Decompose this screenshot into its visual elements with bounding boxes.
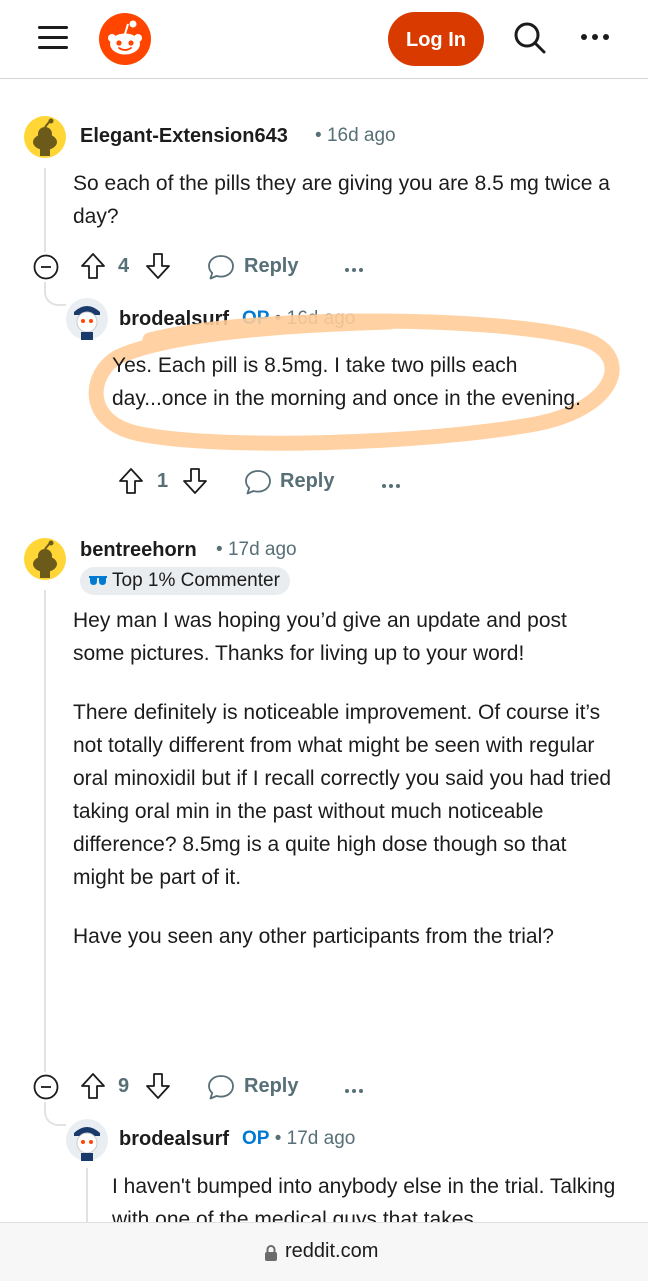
reply-label: Reply [280, 470, 335, 492]
collapse-icon[interactable] [33, 1074, 59, 1100]
comment-paragraph: Have you seen any other participants fro… [73, 925, 554, 948]
comment-more-icon[interactable] [344, 261, 364, 272]
upvote-icon[interactable] [80, 1072, 106, 1100]
reply-label: Reply [244, 1075, 299, 1097]
upvote-icon[interactable] [118, 467, 144, 495]
reply-button[interactable]: Reply [207, 1072, 317, 1102]
comment-body: Yes. Each pill is 8.5mg. I take two pill… [112, 349, 592, 415]
comment-meta: • 16d ago [315, 125, 396, 146]
comment-time: 17d ago [227, 539, 297, 560]
vote-count: 4 [118, 255, 130, 277]
comment-time: 16d ago [326, 125, 396, 146]
more-options-icon[interactable] [580, 30, 610, 44]
comment-paragraph: Yes. Each pill is 8.5mg. I take two pill… [112, 354, 581, 410]
reply-label: Reply [244, 255, 299, 277]
thread-connector [44, 282, 66, 306]
thread-line[interactable] [86, 1168, 88, 1224]
menu-icon[interactable] [38, 26, 68, 50]
downvote-icon[interactable] [145, 1072, 171, 1100]
reply-button[interactable]: Reply [207, 252, 317, 282]
op-badge: OP [242, 1128, 270, 1149]
thread-connector [44, 1102, 66, 1126]
thread-line[interactable] [44, 590, 46, 1072]
comment-more-icon[interactable] [381, 477, 401, 488]
comment-body: So each of the pills they are giving you… [73, 167, 623, 233]
comment-bubble-icon [208, 1075, 234, 1100]
avatar [66, 1119, 108, 1161]
flair-label: Top 1% Commenter [112, 570, 280, 591]
comment-more-icon[interactable] [344, 1082, 364, 1093]
browser-address-bar[interactable]: reddit.com [0, 1222, 648, 1281]
avatar [24, 538, 66, 580]
upvote-icon[interactable] [80, 252, 106, 280]
comment-bubble-icon [245, 470, 271, 495]
sunglasses-icon [89, 576, 107, 585]
comment-meta: OP • 17d ago [242, 1128, 356, 1149]
search-icon[interactable] [512, 20, 548, 56]
comment-meta: • 17d ago [216, 539, 297, 560]
comment-paragraph: There definitely is noticeable improveme… [73, 701, 612, 889]
top-bar: Log In [0, 0, 648, 79]
comment-paragraph: Hey man I was hoping you’d give an updat… [73, 609, 567, 665]
reply-button[interactable]: Reply [244, 467, 354, 497]
avatar [24, 116, 66, 158]
comment-author[interactable]: bentreehorn [80, 539, 197, 562]
downvote-icon[interactable] [182, 467, 208, 495]
flair-badge: Top 1% Commenter [80, 567, 290, 595]
url-domain: reddit.com [285, 1240, 379, 1262]
lock-icon [265, 1245, 277, 1261]
comment-body: Hey man I was hoping you’d give an updat… [73, 604, 623, 953]
vote-count: 1 [157, 470, 169, 492]
comment-paragraph: I haven't bumped into anybody else in th… [112, 1175, 616, 1222]
comment-time: 17d ago [286, 1128, 356, 1149]
thread-line[interactable] [44, 168, 46, 252]
login-button[interactable]: Log In [388, 12, 484, 66]
collapse-icon[interactable] [33, 254, 59, 280]
comment-paragraph: So each of the pills they are giving you… [73, 172, 610, 228]
comment-bubble-icon [208, 255, 234, 280]
comment-author[interactable]: brodealsurf [119, 1128, 229, 1151]
comment-author[interactable]: Elegant-Extension643 [80, 125, 288, 148]
reddit-logo[interactable] [98, 12, 152, 66]
downvote-icon[interactable] [145, 252, 171, 280]
vote-count: 9 [118, 1075, 130, 1097]
comment-body: I haven't bumped into anybody else in th… [112, 1170, 622, 1222]
